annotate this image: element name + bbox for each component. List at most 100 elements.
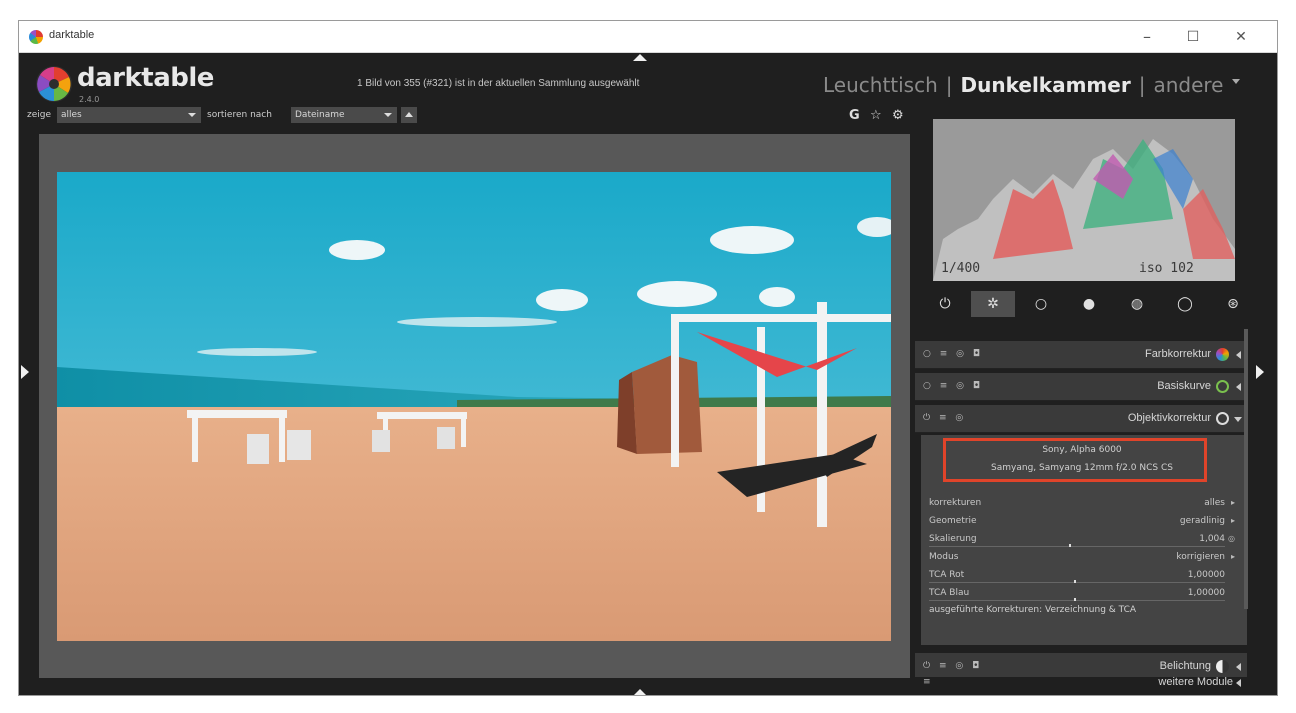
center-view <box>39 134 910 678</box>
view-switcher: Leuchttisch | Dunkelkammer | andere <box>823 73 1223 97</box>
more-modules[interactable]: ≡ weitere Module <box>915 676 1247 689</box>
view-other[interactable]: andere <box>1153 73 1223 97</box>
lens-row-tca-blau[interactable]: TCA Blau 1,00000 <box>929 587 1235 601</box>
window-title: darktable <box>49 29 95 41</box>
lens-correction-panel: Sony, Alpha 6000 Samyang, Samyang 12mm f… <box>921 435 1247 645</box>
star-icon[interactable]: ☆ <box>870 108 882 123</box>
corrections-summary: ausgeführte Korrekturen: Verzeichnung & … <box>929 605 1137 615</box>
darktable-logo-icon <box>36 66 72 102</box>
chevron-down-icon <box>384 113 392 117</box>
group-basic-icon[interactable]: ○ <box>1019 291 1063 317</box>
module-objektivkorrektur[interactable]: ⏻ ≡ ◎ Objektivkorrektur <box>915 405 1247 433</box>
row-value: alles <box>1204 498 1225 508</box>
group-tone-icon[interactable]: ● <box>1067 291 1111 317</box>
module-controls-icon[interactable]: ○ ≡ ◎ ◘ <box>923 349 983 359</box>
view-lighttable[interactable]: Leuchttisch <box>823 73 938 97</box>
module-controls-icon[interactable]: ⏻ ≡ ◎ <box>923 413 966 423</box>
title-bar: darktable – ☐ ✕ <box>19 21 1277 53</box>
sort-dropdown[interactable]: Dateiname <box>291 107 397 123</box>
module-group-tabs: ⏻ ✲ ○ ● ◍ ◯ ⊛ <box>921 291 1251 317</box>
row-key: Geometrie <box>929 516 977 526</box>
auto-scale-icon[interactable]: ◎ <box>1228 534 1235 543</box>
row-value: 1,00000 <box>1187 570 1225 580</box>
collapse-left-panel-arrow-icon[interactable] <box>21 365 29 379</box>
histogram-graph <box>933 139 1235 281</box>
gear-icon[interactable]: ⚙ <box>892 108 904 123</box>
row-value: korrigieren <box>1176 552 1225 562</box>
module-name: Objektivkorrektur <box>1127 412 1211 424</box>
grouping-icon[interactable]: G <box>849 108 860 123</box>
group-correct-icon[interactable]: ◯ <box>1163 291 1207 317</box>
app-logo-icon <box>29 30 43 44</box>
photo-preview[interactable] <box>57 172 891 641</box>
view-darkroom[interactable]: Dunkelkammer <box>961 73 1131 97</box>
show-label: zeige <box>27 110 52 120</box>
collapse-right-panel-arrow-icon[interactable] <box>1256 365 1264 379</box>
group-power-icon[interactable]: ⏻ <box>923 291 967 317</box>
collapse-bottom-panel-arrow-icon[interactable] <box>633 689 647 695</box>
module-name: Basiskurve <box>1157 380 1211 392</box>
right-panel: 1/400 iso 102 ⏻ ✲ ○ ● ◍ ◯ ⊛ ○ ≡ ◎ ◘ Farb… <box>915 113 1255 689</box>
expand-arrow-icon[interactable] <box>1236 383 1241 391</box>
color-wheel-icon <box>1216 348 1229 361</box>
row-value: 1,004 <box>1199 534 1225 544</box>
views-menu-caret-icon[interactable] <box>1232 79 1240 84</box>
selection-status: 1 Bild von 355 (#321) ist in der aktuell… <box>357 78 640 89</box>
lens-row-korrekturen[interactable]: korrekturen alles ▸ <box>929 497 1235 511</box>
minimize-button[interactable]: – <box>1125 23 1169 51</box>
collapse-top-panel-arrow-icon[interactable] <box>633 54 647 61</box>
view-separator: | <box>945 73 953 97</box>
lens-icon <box>1216 412 1229 425</box>
row-key: TCA Rot <box>929 570 965 580</box>
histogram-iso: iso 102 <box>1139 261 1194 276</box>
app-name: darktable <box>77 63 214 93</box>
row-key: korrekturen <box>929 498 982 508</box>
group-color-icon[interactable]: ◍ <box>1115 291 1159 317</box>
view-separator: | <box>1138 73 1146 97</box>
expand-arrow-icon[interactable] <box>1236 663 1241 671</box>
expand-arrow-icon[interactable] <box>1236 679 1241 687</box>
sort-direction-button[interactable] <box>401 107 417 123</box>
curve-icon <box>1216 380 1229 393</box>
histogram[interactable]: 1/400 iso 102 <box>933 119 1235 281</box>
lens-row-geometrie[interactable]: Geometrie geradlinig ▸ <box>929 515 1235 529</box>
row-key: TCA Blau <box>929 588 970 598</box>
app-version: 2.4.0 <box>79 95 100 104</box>
row-key: Modus <box>929 552 959 562</box>
maximize-button[interactable]: ☐ <box>1171 23 1215 51</box>
slider-handle[interactable] <box>1074 580 1076 583</box>
right-panel-scrollbar[interactable] <box>1244 329 1248 609</box>
group-active-icon[interactable]: ✲ <box>971 291 1015 317</box>
show-dropdown-value: alles <box>61 110 82 120</box>
screenshot-frame: darktable – ☐ ✕ darktable 2.4.0 1 Bild v… <box>0 0 1296 713</box>
row-value: geradlinig <box>1179 516 1225 526</box>
lens-row-modus[interactable]: Modus korrigieren ▸ <box>929 551 1235 565</box>
module-controls-icon[interactable]: ○ ≡ ◎ ◘ <box>923 381 983 391</box>
slider-track <box>929 546 1225 547</box>
row-value: 1,00000 <box>1187 588 1225 598</box>
dropdown-arrow-icon: ▸ <box>1230 516 1235 525</box>
darktable-window: darktable – ☐ ✕ darktable 2.4.0 1 Bild v… <box>18 20 1278 696</box>
more-modules-label: weitere Module <box>1158 676 1233 688</box>
sort-label: sortieren nach <box>207 110 272 120</box>
dropdown-arrow-icon: ▸ <box>1230 552 1235 561</box>
slider-handle[interactable] <box>1069 544 1071 547</box>
show-dropdown[interactable]: alles <box>57 107 201 123</box>
module-controls-icon[interactable]: ⏻ ≡ ◎ ◘ <box>923 661 982 671</box>
exposure-icon <box>1216 660 1229 673</box>
expand-arrow-icon[interactable] <box>1236 351 1241 359</box>
slider-track <box>929 600 1225 601</box>
module-basiskurve[interactable]: ○ ≡ ◎ ◘ Basiskurve <box>915 373 1247 401</box>
slider-track <box>929 582 1225 583</box>
module-farbkorrektur[interactable]: ○ ≡ ◎ ◘ Farbkorrektur <box>915 341 1247 369</box>
close-button[interactable]: ✕ <box>1219 23 1263 51</box>
module-name: Farbkorrektur <box>1144 348 1211 360</box>
group-effect-icon[interactable]: ⊛ <box>1211 291 1255 317</box>
collapse-arrow-icon[interactable] <box>1234 417 1242 422</box>
lens-row-skalierung[interactable]: Skalierung 1,004 ◎ <box>929 533 1235 547</box>
highlight-box <box>943 438 1207 482</box>
slider-handle[interactable] <box>1074 598 1076 601</box>
lens-row-tca-rot[interactable]: TCA Rot 1,00000 <box>929 569 1235 583</box>
chevron-down-icon <box>188 113 196 117</box>
more-modules-controls-icon: ≡ <box>923 677 934 687</box>
